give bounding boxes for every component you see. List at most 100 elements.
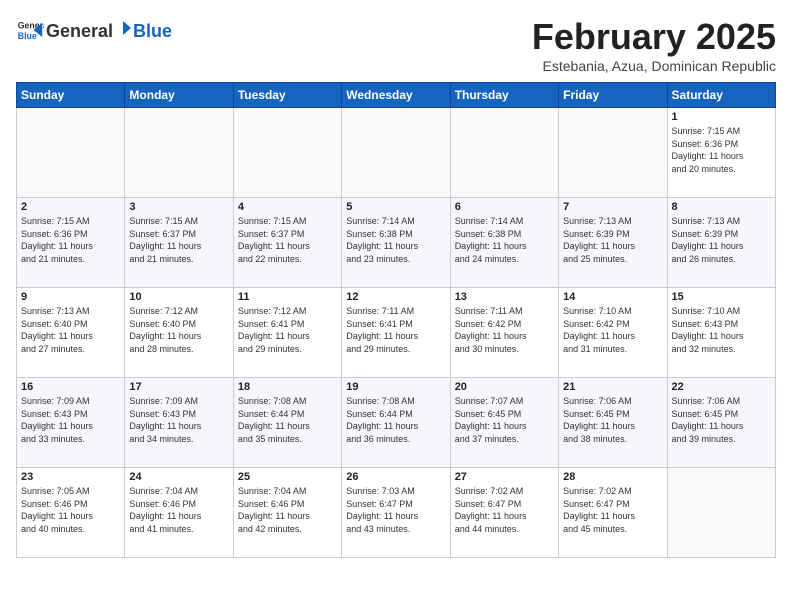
day-number: 11 xyxy=(238,291,337,303)
day-info: Sunrise: 7:10 AM Sunset: 6:42 PM Dayligh… xyxy=(563,305,662,355)
day-info: Sunrise: 7:15 AM Sunset: 6:37 PM Dayligh… xyxy=(129,215,228,265)
day-info: Sunrise: 7:13 AM Sunset: 6:39 PM Dayligh… xyxy=(563,215,662,265)
day-info: Sunrise: 7:14 AM Sunset: 6:38 PM Dayligh… xyxy=(455,215,554,265)
calendar-cell xyxy=(17,108,125,198)
day-number: 13 xyxy=(455,291,554,303)
weekday-header-friday: Friday xyxy=(559,83,667,108)
location-title: Estebania, Azua, Dominican Republic xyxy=(532,58,776,74)
calendar-cell xyxy=(559,108,667,198)
calendar-cell: 13 Sunrise: 7:11 AM Sunset: 6:42 PM Dayli… xyxy=(450,288,558,378)
day-number: 21 xyxy=(563,381,662,393)
calendar-week-row: 16 Sunrise: 7:09 AM Sunset: 6:43 PM Dayli… xyxy=(17,378,776,468)
calendar-week-row: 9 Sunrise: 7:13 AM Sunset: 6:40 PM Daylig… xyxy=(17,288,776,378)
calendar-cell: 11Sunrise: 7:12 AM Sunset: 6:41 PM Dayli… xyxy=(233,288,341,378)
calendar-cell: 24Sunrise: 7:04 AM Sunset: 6:46 PM Dayli… xyxy=(125,468,233,558)
calendar-cell: 18 Sunrise: 7:08 AM Sunset: 6:44 PM Dayli… xyxy=(233,378,341,468)
day-info: Sunrise: 7:15 AM Sunset: 6:37 PM Dayligh… xyxy=(238,215,337,265)
calendar-cell: 3Sunrise: 7:15 AM Sunset: 6:37 PM Daylig… xyxy=(125,198,233,288)
day-info: Sunrise: 7:08 AM Sunset: 6:44 PM Dayligh… xyxy=(346,395,445,445)
weekday-header-thursday: Thursday xyxy=(450,83,558,108)
calendar-cell: 8 Sunrise: 7:13 AM Sunset: 6:39 PM Daylig… xyxy=(667,198,775,288)
day-number: 24 xyxy=(129,471,228,483)
calendar-cell: 23Sunrise: 7:05 AM Sunset: 6:46 PM Dayli… xyxy=(17,468,125,558)
day-number: 9 xyxy=(21,291,120,303)
logo-flag-icon xyxy=(114,19,132,37)
logo-text-general: General xyxy=(46,21,113,42)
day-info: Sunrise: 7:08 AM Sunset: 6:44 PM Dayligh… xyxy=(238,395,337,445)
day-number: 19 xyxy=(346,381,445,393)
calendar-cell: 15 Sunrise: 7:10 AM Sunset: 6:43 PM Dayli… xyxy=(667,288,775,378)
day-number: 10 xyxy=(129,291,228,303)
calendar-cell: 25Sunrise: 7:04 AM Sunset: 6:46 PM Dayli… xyxy=(233,468,341,558)
calendar-cell: 27Sunrise: 7:02 AM Sunset: 6:47 PM Dayli… xyxy=(450,468,558,558)
day-number: 7 xyxy=(563,201,662,213)
day-info: Sunrise: 7:06 AM Sunset: 6:45 PM Dayligh… xyxy=(563,395,662,445)
day-info: Sunrise: 7:07 AM Sunset: 6:45 PM Dayligh… xyxy=(455,395,554,445)
calendar-cell: 2Sunrise: 7:15 AM Sunset: 6:36 PM Daylig… xyxy=(17,198,125,288)
calendar-week-row: 2Sunrise: 7:15 AM Sunset: 6:36 PM Daylig… xyxy=(17,198,776,288)
day-info: Sunrise: 7:10 AM Sunset: 6:43 PM Dayligh… xyxy=(672,305,771,355)
calendar-cell: 19 Sunrise: 7:08 AM Sunset: 6:44 PM Dayli… xyxy=(342,378,450,468)
day-info: Sunrise: 7:11 AM Sunset: 6:42 PM Dayligh… xyxy=(455,305,554,355)
weekday-header-saturday: Saturday xyxy=(667,83,775,108)
calendar-cell: 28 Sunrise: 7:02 AM Sunset: 6:47 PM Dayli… xyxy=(559,468,667,558)
day-info: Sunrise: 7:04 AM Sunset: 6:46 PM Dayligh… xyxy=(238,485,337,535)
day-number: 28 xyxy=(563,471,662,483)
calendar-cell xyxy=(342,108,450,198)
weekday-header-tuesday: Tuesday xyxy=(233,83,341,108)
day-number: 26 xyxy=(346,471,445,483)
calendar-cell: 12 Sunrise: 7:11 AM Sunset: 6:41 PM Dayli… xyxy=(342,288,450,378)
month-title: February 2025 xyxy=(532,16,776,58)
day-info: Sunrise: 7:15 AM Sunset: 6:36 PM Dayligh… xyxy=(672,125,771,175)
weekday-header-sunday: Sunday xyxy=(17,83,125,108)
day-number: 22 xyxy=(672,381,771,393)
calendar-cell xyxy=(450,108,558,198)
calendar-cell: 22 Sunrise: 7:06 AM Sunset: 6:45 PM Dayli… xyxy=(667,378,775,468)
calendar-cell xyxy=(667,468,775,558)
day-info: Sunrise: 7:09 AM Sunset: 6:43 PM Dayligh… xyxy=(21,395,120,445)
calendar-cell: 21 Sunrise: 7:06 AM Sunset: 6:45 PM Dayli… xyxy=(559,378,667,468)
calendar-header-row: SundayMondayTuesdayWednesdayThursdayFrid… xyxy=(17,83,776,108)
svg-text:Blue: Blue xyxy=(18,31,37,41)
day-number: 4 xyxy=(238,201,337,213)
day-info: Sunrise: 7:09 AM Sunset: 6:43 PM Dayligh… xyxy=(129,395,228,445)
calendar-cell: 14 Sunrise: 7:10 AM Sunset: 6:42 PM Dayli… xyxy=(559,288,667,378)
day-number: 15 xyxy=(672,291,771,303)
day-number: 6 xyxy=(455,201,554,213)
day-number: 14 xyxy=(563,291,662,303)
day-info: Sunrise: 7:13 AM Sunset: 6:40 PM Dayligh… xyxy=(21,305,120,355)
day-number: 12 xyxy=(346,291,445,303)
calendar-cell: 1 Sunrise: 7:15 AM Sunset: 6:36 PM Daylig… xyxy=(667,108,775,198)
day-info: Sunrise: 7:11 AM Sunset: 6:41 PM Dayligh… xyxy=(346,305,445,355)
day-info: Sunrise: 7:14 AM Sunset: 6:38 PM Dayligh… xyxy=(346,215,445,265)
day-number: 23 xyxy=(21,471,120,483)
day-number: 1 xyxy=(672,111,771,123)
calendar-week-row: 1 Sunrise: 7:15 AM Sunset: 6:36 PM Daylig… xyxy=(17,108,776,198)
calendar-table: SundayMondayTuesdayWednesdayThursdayFrid… xyxy=(16,82,776,558)
day-info: Sunrise: 7:06 AM Sunset: 6:45 PM Dayligh… xyxy=(672,395,771,445)
calendar-cell: 16 Sunrise: 7:09 AM Sunset: 6:43 PM Dayli… xyxy=(17,378,125,468)
weekday-header-monday: Monday xyxy=(125,83,233,108)
day-number: 18 xyxy=(238,381,337,393)
logo-icon: General Blue xyxy=(16,16,44,44)
day-number: 2 xyxy=(21,201,120,213)
day-number: 16 xyxy=(21,381,120,393)
calendar-cell: 4 Sunrise: 7:15 AM Sunset: 6:37 PM Daylig… xyxy=(233,198,341,288)
day-number: 8 xyxy=(672,201,771,213)
page-header: General Blue General Blue February 2025 … xyxy=(16,16,776,74)
calendar-cell: 6 Sunrise: 7:14 AM Sunset: 6:38 PM Daylig… xyxy=(450,198,558,288)
calendar-cell: 9 Sunrise: 7:13 AM Sunset: 6:40 PM Daylig… xyxy=(17,288,125,378)
calendar-cell: 10Sunrise: 7:12 AM Sunset: 6:40 PM Dayli… xyxy=(125,288,233,378)
day-info: Sunrise: 7:02 AM Sunset: 6:47 PM Dayligh… xyxy=(455,485,554,535)
calendar-cell: 17Sunrise: 7:09 AM Sunset: 6:43 PM Dayli… xyxy=(125,378,233,468)
day-info: Sunrise: 7:13 AM Sunset: 6:39 PM Dayligh… xyxy=(672,215,771,265)
day-number: 20 xyxy=(455,381,554,393)
calendar-cell xyxy=(233,108,341,198)
calendar-cell: 5 Sunrise: 7:14 AM Sunset: 6:38 PM Daylig… xyxy=(342,198,450,288)
logo: General Blue General Blue xyxy=(16,16,172,44)
day-info: Sunrise: 7:02 AM Sunset: 6:47 PM Dayligh… xyxy=(563,485,662,535)
day-number: 5 xyxy=(346,201,445,213)
calendar-cell xyxy=(125,108,233,198)
calendar-week-row: 23Sunrise: 7:05 AM Sunset: 6:46 PM Dayli… xyxy=(17,468,776,558)
calendar-cell: 7 Sunrise: 7:13 AM Sunset: 6:39 PM Daylig… xyxy=(559,198,667,288)
